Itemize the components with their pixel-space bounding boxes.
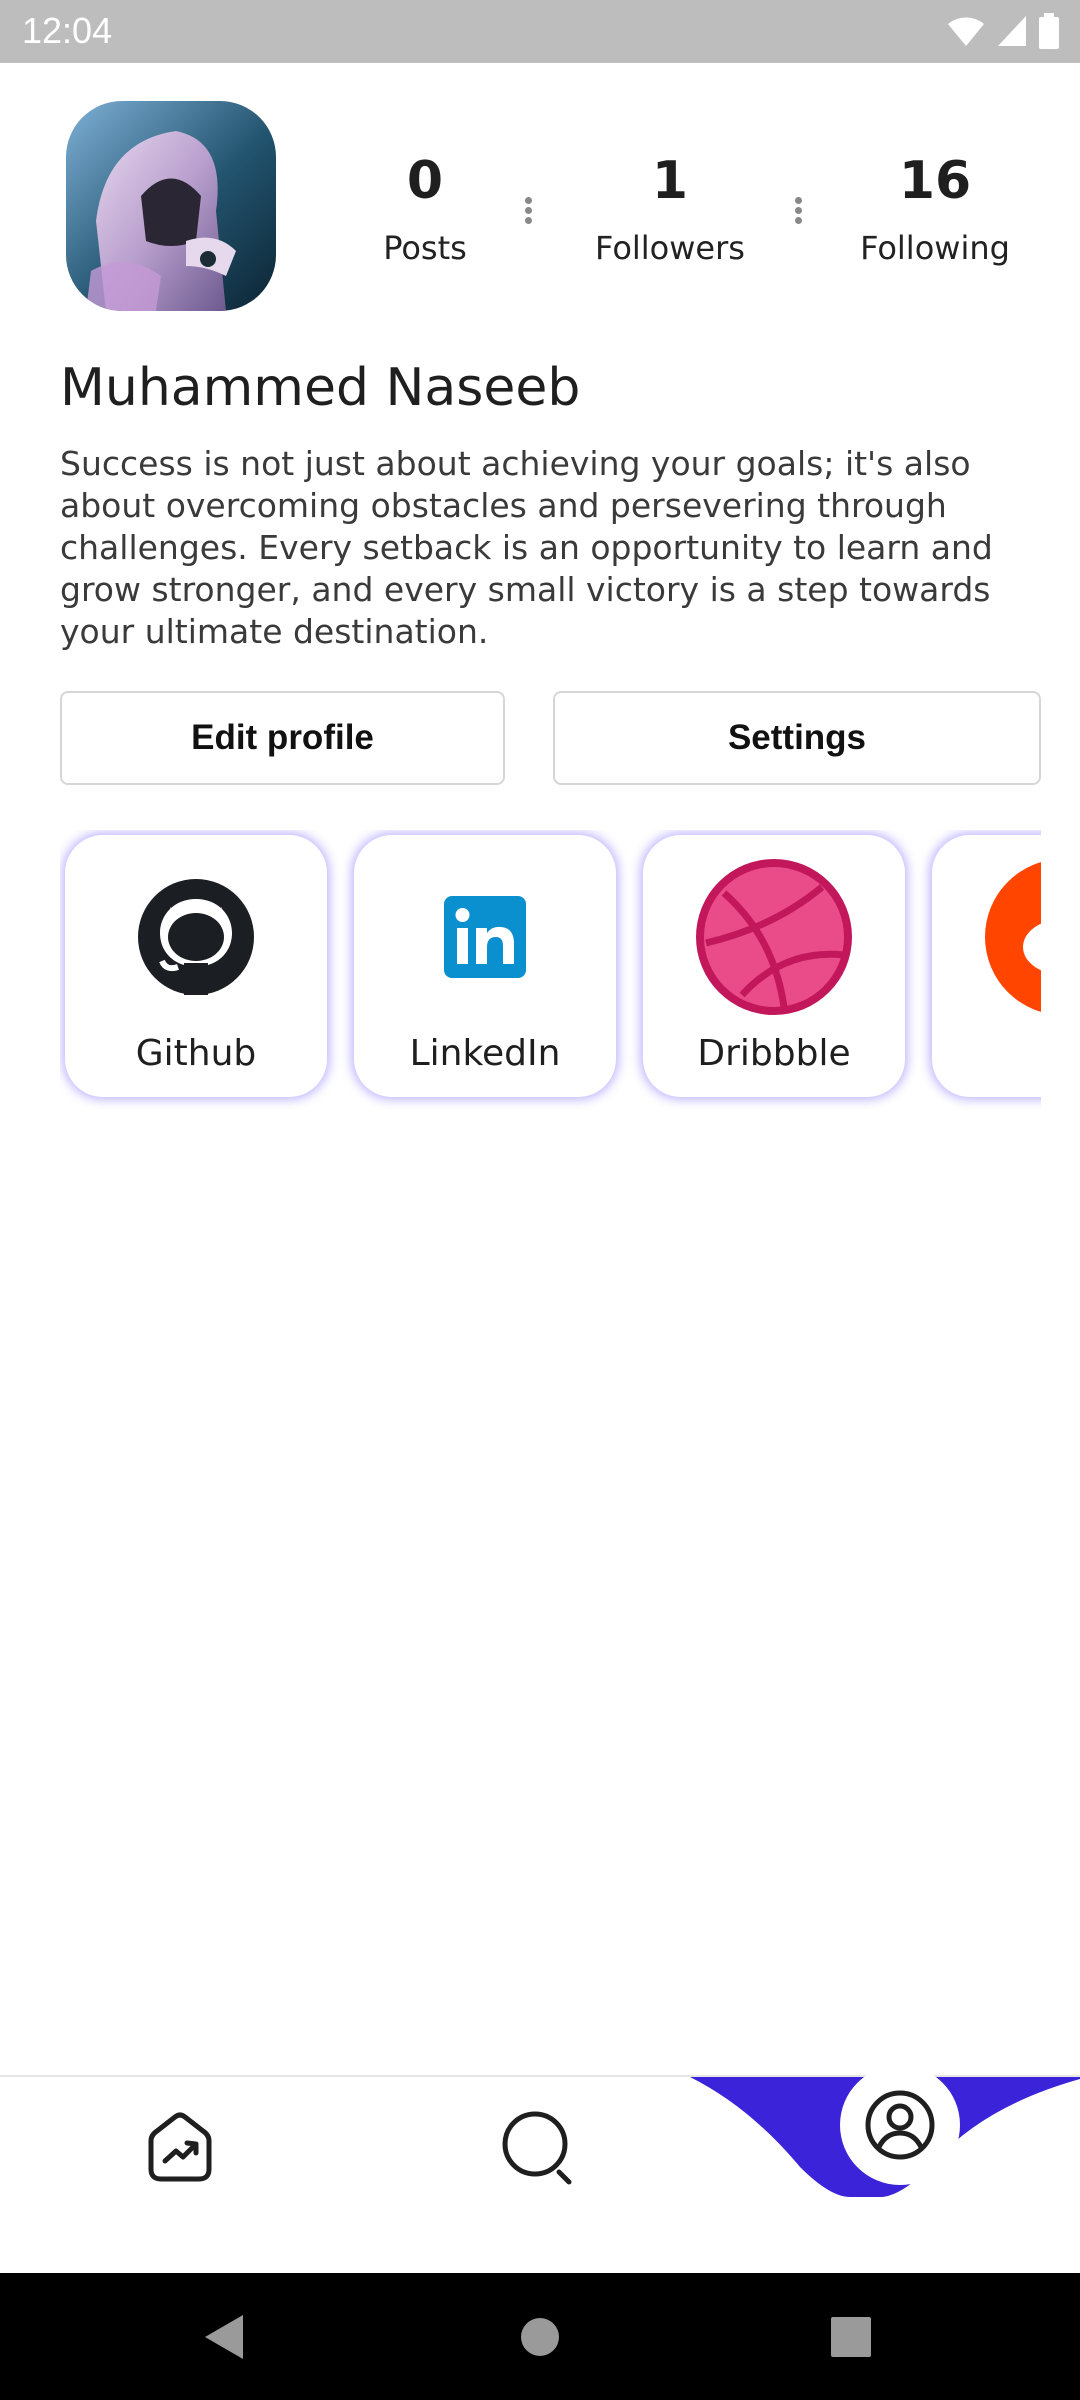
avatar-image — [66, 101, 276, 311]
edit-profile-button[interactable]: Edit profile — [60, 691, 505, 785]
home-icon[interactable] — [520, 2313, 560, 2361]
profile-name: Muhammed Naseeb — [60, 358, 581, 418]
nav-profile-button[interactable] — [840, 2065, 960, 2185]
avatar[interactable] — [66, 101, 276, 311]
social-card-dribbble[interactable]: Dribbble — [643, 835, 905, 1097]
stat-followers[interactable]: 1 Followers — [570, 155, 770, 267]
status-time: 12:04 — [22, 10, 113, 51]
linkedin-icon — [405, 857, 565, 1017]
social-card-label: Re — [1040, 1033, 1041, 1074]
social-links-list[interactable]: Github LinkedIn Dribbble — [60, 830, 1041, 1110]
stat-label: Following — [860, 229, 1010, 267]
stat-value: 0 — [406, 151, 444, 211]
battery-icon — [1039, 13, 1059, 49]
wifi-icon — [948, 17, 984, 46]
stat-value: 16 — [898, 151, 972, 211]
dribbble-icon — [694, 857, 854, 1017]
social-card-linkedin[interactable]: LinkedIn — [354, 835, 616, 1097]
signal-icon — [998, 16, 1026, 46]
back-icon[interactable] — [203, 2313, 247, 2361]
recents-icon[interactable] — [830, 2313, 872, 2361]
stat-following[interactable]: 16 Following — [840, 155, 1030, 267]
github-icon — [116, 857, 276, 1017]
stat-label: Followers — [595, 229, 745, 267]
stat-label: Posts — [383, 229, 467, 267]
settings-button[interactable]: Settings — [553, 691, 1041, 785]
stat-divider — [525, 197, 533, 227]
system-nav — [0, 2273, 1080, 2400]
nav-search-button[interactable] — [498, 2107, 580, 2189]
social-card-github[interactable]: Github — [65, 835, 327, 1097]
status-bar: 12:04 — [0, 0, 1080, 63]
stat-posts[interactable]: 0 Posts — [360, 155, 490, 267]
bottom-nav — [0, 2065, 1080, 2273]
trending-icon — [148, 2112, 212, 2182]
profile-icon — [865, 2090, 935, 2160]
social-card-label: Github — [135, 1033, 257, 1074]
social-card-label: Dribbble — [697, 1033, 851, 1074]
stat-divider — [795, 197, 803, 227]
profile-stats: 0 Posts 1 Followers 16 Following — [360, 155, 1060, 285]
nav-trending-button[interactable] — [140, 2107, 220, 2187]
profile-bio: Success is not just about achieving your… — [60, 444, 993, 651]
reddit-icon — [983, 857, 1041, 1017]
social-card-label: LinkedIn — [409, 1033, 561, 1074]
social-card-reddit[interactable]: Re — [932, 835, 1041, 1097]
status-icons — [946, 13, 1060, 49]
stat-value: 1 — [651, 151, 689, 211]
search-icon — [502, 2111, 572, 2185]
